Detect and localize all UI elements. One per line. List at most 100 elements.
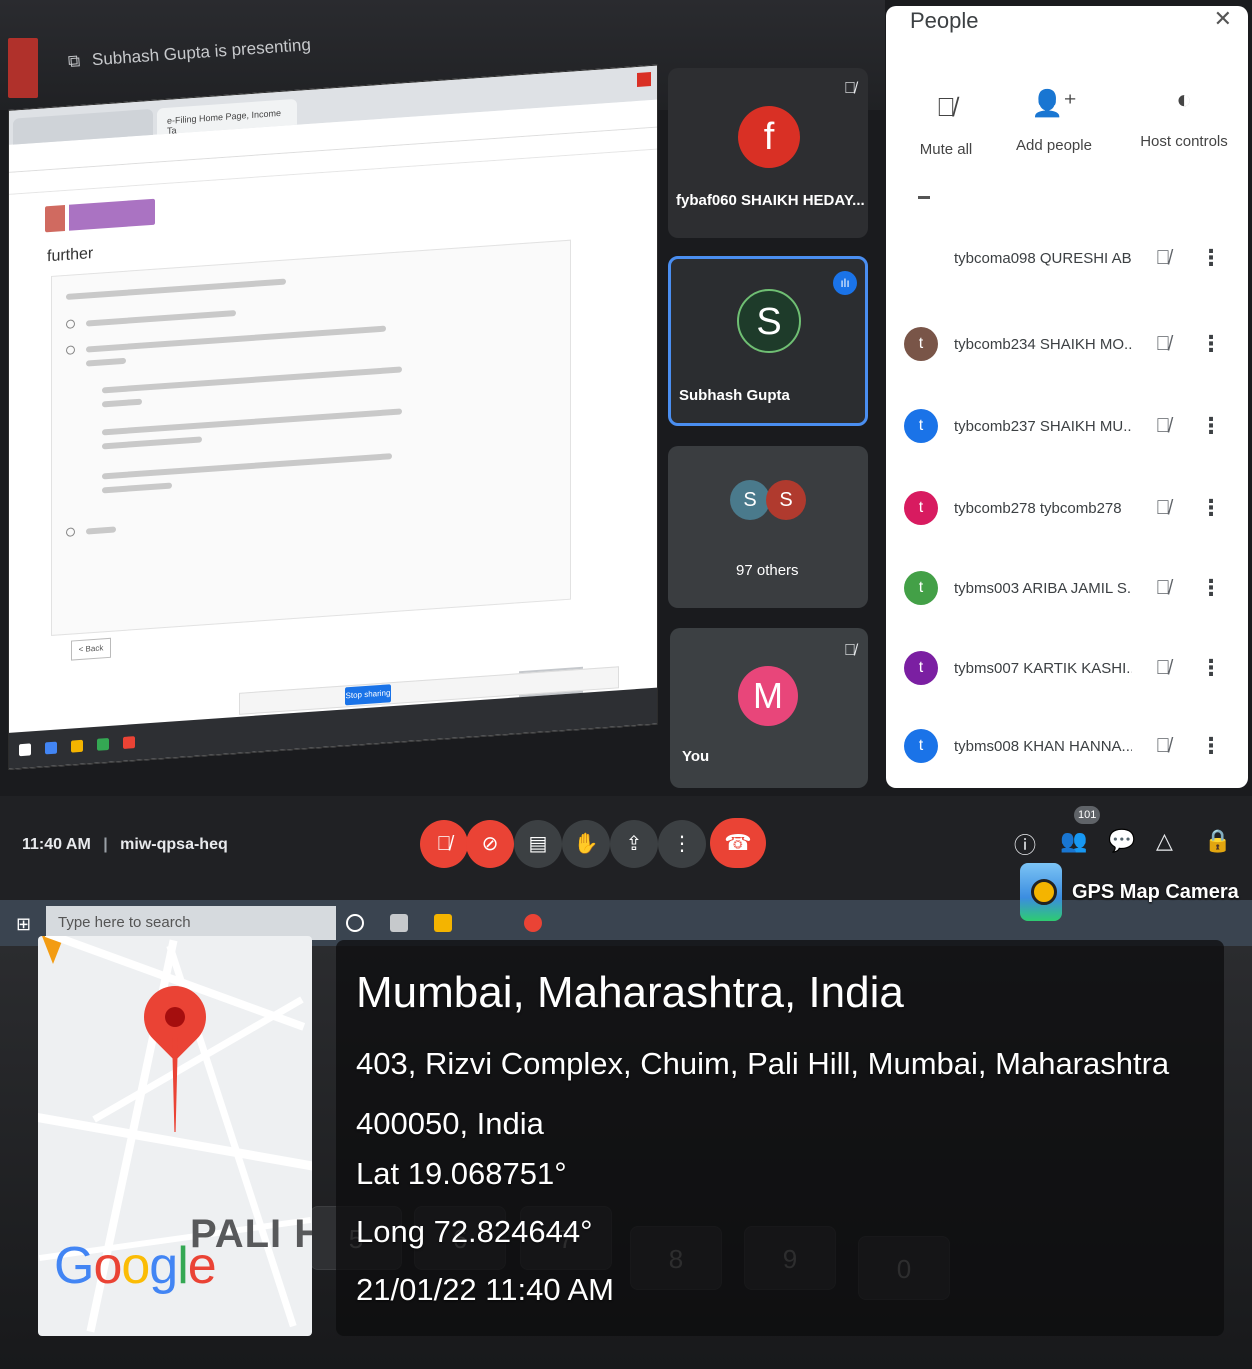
participant-avatar: t	[904, 491, 938, 525]
chrome-icon[interactable]	[524, 914, 542, 932]
participant-name: tybcomb278 tybcomb278	[954, 499, 1122, 517]
meeting-code: miw-qpsa-heq	[120, 836, 228, 853]
info-icon[interactable]: ⓘ	[1014, 828, 1036, 860]
question-form	[51, 239, 571, 636]
option-line	[86, 357, 126, 367]
participant-avatar: t	[904, 651, 938, 685]
cortana-icon[interactable]	[346, 914, 364, 932]
add-people-button[interactable]: 👤⁺ Add people	[994, 88, 1114, 154]
add-people-label: Add people	[1016, 137, 1092, 154]
participant-name: tybms007 KARTIK KASHI...	[954, 659, 1132, 677]
more-options-icon[interactable]: ⋮	[1200, 655, 1222, 681]
people-icon[interactable]: 👥	[1060, 828, 1087, 854]
efiling-logo	[45, 198, 155, 233]
mute-all-button[interactable]: 🎙̸ Mute all	[886, 92, 1006, 158]
participant-name: tybcoma098 QURESHI AB...	[954, 249, 1132, 267]
question-line	[66, 278, 286, 300]
end-call-button[interactable]: ☎	[710, 818, 766, 868]
participant-row[interactable]: tybcoma098 QURESHI AB... 🎙̸ ⋮	[904, 234, 1234, 282]
people-panel: People ✕ 🎙̸ Mute all 👤⁺ Add people ◐ Hos…	[886, 6, 1248, 788]
mic-off-icon: 🎙̸	[1155, 656, 1171, 679]
more-options-icon[interactable]: ⋮	[1200, 495, 1222, 521]
participant-name: tybms003 ARIBA JAMIL S...	[954, 579, 1132, 597]
more-options-icon[interactable]: ⋮	[1200, 575, 1222, 601]
host-controls-icon: ◐	[1176, 84, 1192, 114]
participant-tile[interactable]: 🎙̸ f fybaf060 SHAIKH HEDAY...	[668, 68, 868, 238]
participant-name: fybaf060 SHAIKH HEDAY...	[676, 192, 865, 209]
mic-toggle-button[interactable]: 🎙̸	[420, 820, 468, 868]
collapse-icon[interactable]	[918, 196, 930, 199]
taskbar-search-input[interactable]: Type here to search	[46, 906, 336, 940]
participant-count-badge: 101	[1074, 806, 1101, 824]
participant-row[interactable]: t tybms003 ARIBA JAMIL S... 🎙̸ ⋮	[904, 564, 1234, 612]
participant-avatar: t	[904, 409, 938, 443]
browser-close-icon[interactable]	[637, 72, 651, 88]
add-person-icon: 👤⁺	[1030, 88, 1078, 118]
option-line	[102, 398, 142, 408]
avatar: f	[738, 106, 800, 168]
participant-tile-speaking[interactable]: ılı S Subhash Gupta	[668, 256, 868, 426]
option-line	[102, 408, 402, 436]
presenting-text: Subhash Gupta is presenting	[91, 35, 312, 70]
captions-button[interactable]: ▤	[514, 820, 562, 868]
participant-name: tybcomb234 SHAIKH MO...	[954, 335, 1132, 353]
windows-start-icon[interactable]: ⊞	[16, 914, 31, 935]
participant-name: tybcomb237 SHAIKH MU...	[954, 417, 1132, 435]
mic-off-icon: 🎙̸	[1155, 414, 1171, 437]
radio-option[interactable]	[66, 345, 75, 355]
more-options-icon[interactable]: ⋮	[1200, 733, 1222, 759]
avatar: S	[730, 480, 770, 520]
self-tile[interactable]: 🎙̸ M You	[670, 628, 868, 788]
gps-address: 403, Rizvi Complex, Chuim, Pali Hill, Mu…	[356, 1046, 1170, 1141]
close-icon[interactable]: ✕	[1214, 6, 1232, 32]
present-button[interactable]: ⇪	[610, 820, 658, 868]
file-explorer-icon[interactable]	[434, 914, 452, 932]
option-line	[86, 325, 386, 353]
stop-sharing-button[interactable]: Stop sharing	[345, 684, 391, 706]
others-tile[interactable]: S S 97 others	[668, 446, 868, 608]
more-options-icon[interactable]: ⋮	[1200, 331, 1222, 357]
radio-option[interactable]	[66, 319, 75, 329]
option-line	[102, 482, 172, 494]
participant-avatar	[904, 241, 938, 275]
option-line	[86, 310, 236, 327]
more-options-icon[interactable]: ⋮	[1200, 245, 1222, 271]
host-controls-label: Host controls	[1140, 133, 1228, 150]
participant-row[interactable]: t tybcomb278 tybcomb278 🎙̸ ⋮	[904, 484, 1234, 532]
location-pin-tail	[172, 1036, 178, 1132]
gps-city: Mumbai, Maharashtra, India	[356, 968, 904, 1017]
raise-hand-button[interactable]: ✋	[562, 820, 610, 868]
chrome-icon	[123, 736, 135, 749]
option-line	[102, 453, 392, 480]
task-view-icon[interactable]	[390, 914, 408, 932]
present-screen-icon: ⧉	[67, 51, 81, 71]
activities-icon[interactable]: △	[1156, 828, 1173, 854]
back-button[interactable]: < Back	[71, 637, 111, 661]
participant-row[interactable]: t tybcomb234 SHAIKH MO... 🎙̸ ⋮	[904, 320, 1234, 368]
folder-icon	[71, 739, 83, 753]
participant-row[interactable]: t tybms008 KHAN HANNA... 🎙̸ ⋮	[904, 722, 1234, 770]
meeting-info: 11:40 AM | miw-qpsa-heq	[22, 836, 228, 854]
gps-camera-logo-icon	[1020, 863, 1062, 921]
more-options-button[interactable]: ⋮	[658, 820, 706, 868]
edge-icon	[45, 741, 57, 755]
mic-off-icon: 🎙̸	[1155, 332, 1171, 355]
chat-icon[interactable]: 💬	[1108, 828, 1135, 854]
mic-off-icon: 🎙̸	[844, 80, 856, 97]
shared-screen: e-Filing Home Page, Income Ta further < …	[8, 64, 658, 771]
more-options-icon[interactable]: ⋮	[1200, 413, 1222, 439]
participant-name: Subhash Gupta	[679, 387, 790, 404]
participant-name: You	[682, 748, 710, 765]
windows-icon	[19, 743, 31, 757]
participant-row[interactable]: t tybms007 KARTIK KASHI... 🎙̸ ⋮	[904, 644, 1234, 692]
host-lock-icon[interactable]: 🔒	[1204, 828, 1231, 854]
participant-name: tybms008 KHAN HANNA...	[954, 737, 1132, 755]
mic-off-icon: 🎙̸	[936, 92, 956, 122]
avatar: M	[738, 666, 798, 726]
mic-off-icon: 🎙̸	[844, 642, 856, 659]
camera-toggle-button[interactable]: ⊘	[466, 820, 514, 868]
host-controls-button[interactable]: ◐ Host controls	[1124, 84, 1244, 150]
gps-latitude: Lat 19.068751°	[356, 1156, 567, 1191]
participant-row[interactable]: t tybcomb237 SHAIKH MU... 🎙̸ ⋮	[904, 402, 1234, 450]
radio-option[interactable]	[66, 527, 75, 537]
